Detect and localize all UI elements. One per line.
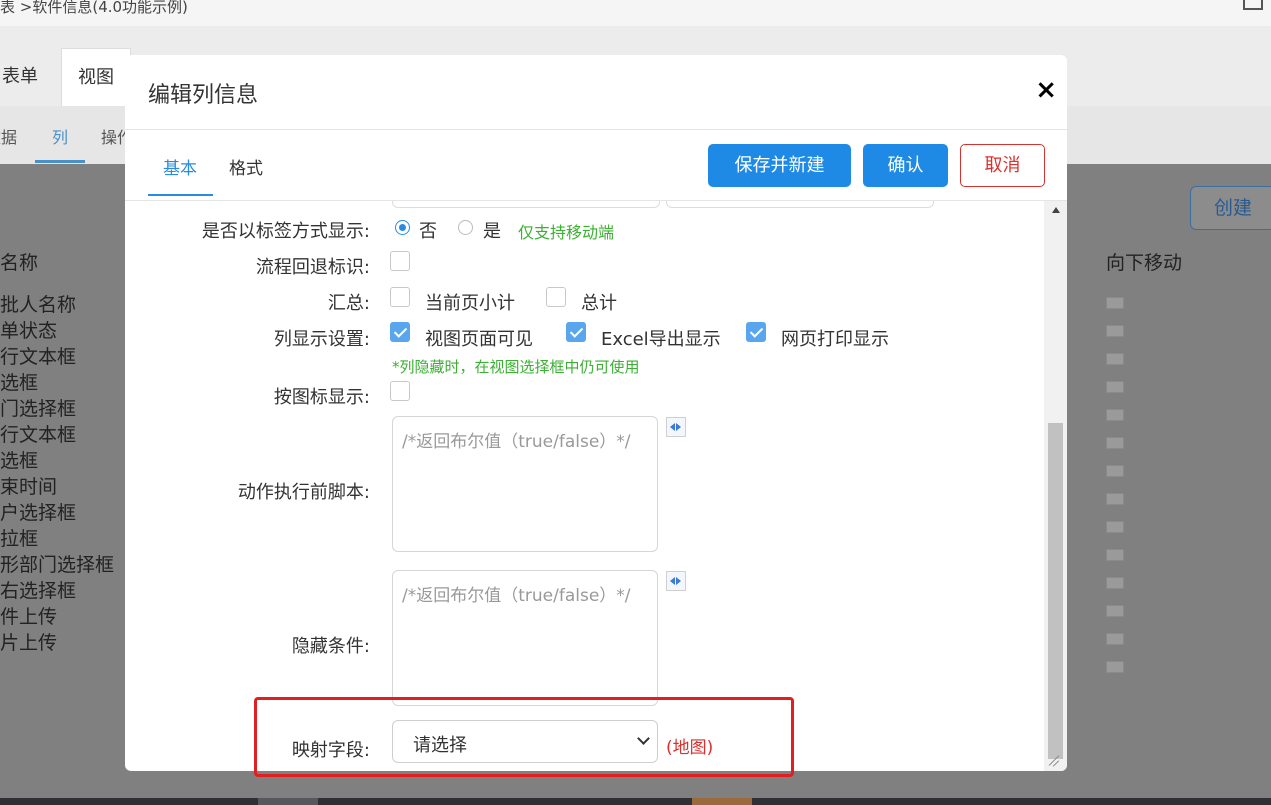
view-visible-checkbox[interactable] [390,322,410,342]
create-button[interactable]: 创建 [1190,186,1271,230]
radio-no[interactable] [395,220,410,235]
dialog-tabs: 基本 格式 保存并新建 确认 取消 [125,130,1067,201]
background-top-bar: 表 >软件信息(4.0功能示例) [0,0,1271,26]
cancel-button[interactable]: 取消 [960,144,1045,187]
move-down-icon[interactable] [1106,577,1124,589]
radio-yes-label: 是 [483,221,501,242]
tab-format[interactable]: 格式 [229,154,263,179]
list-item: 右选择框 [0,580,77,602]
flow-rollback-label: 流程回退标识: [255,257,370,278]
scroll-up-arrow-icon[interactable] [1052,207,1060,213]
move-down-icon-list [1106,297,1124,689]
confirm-button[interactable]: 确认 [863,144,948,187]
list-item: 拉框 [0,528,39,550]
resize-grip-icon[interactable] [1047,753,1061,767]
move-down-icon[interactable] [1106,353,1124,365]
list-item: 片上传 [0,632,58,654]
tag-display-label: 是否以标签方式显示: [201,221,370,242]
move-down-icon[interactable] [1106,493,1124,505]
code-editor-icon[interactable] [666,571,686,591]
list-item: 行文本框 [0,424,77,446]
list-item: 束时间 [0,476,58,498]
list-item: 形部门选择框 [0,554,115,576]
export-icon[interactable] [1243,0,1263,10]
dialog-body: 是否以标签方式显示: 否 是 仅支持移动端 流程回退标识: 汇总: 当前页小计 … [125,201,1067,771]
column-hidden-note: *列隐藏时，在视图选择框中仍可使用 [392,358,640,376]
flow-rollback-checkbox[interactable] [390,251,410,271]
pre-action-script-input[interactable]: /*返回布尔值（true/false）*/ [392,416,658,552]
move-down-icon[interactable] [1106,325,1124,337]
mobile-only-note: 仅支持移动端 [518,223,615,242]
radio-no-label: 否 [419,221,437,242]
subtab-data[interactable]: 数据 [0,124,17,148]
excel-export-label: Excel导出显示 [601,329,721,350]
tab-active-indicator [148,194,213,196]
hide-condition-input[interactable]: /*返回布尔值（true/false）*/ [392,570,658,706]
move-down-icon[interactable] [1106,549,1124,561]
move-down-icon[interactable] [1106,661,1124,673]
column-display-label: 列显示设置: [273,329,370,350]
list-item: 户选择框 [0,502,77,524]
dialog-header: 编辑列信息 × [125,55,1067,130]
subtab-columns[interactable]: 列 [52,124,68,148]
move-down-icon[interactable] [1106,521,1124,533]
move-down-icon[interactable] [1106,605,1124,617]
list-item: 选框 [0,372,39,394]
excel-export-checkbox[interactable] [566,322,586,342]
move-down-icon[interactable] [1106,465,1124,477]
pre-action-script-label: 动作执行前脚本: [237,482,370,503]
edit-column-dialog: 编辑列信息 × 基本 格式 保存并新建 确认 取消 是否以标签方式显示: 否 是… [125,55,1067,771]
web-print-checkbox[interactable] [746,322,766,342]
taskbar-item[interactable] [692,798,752,805]
dialog-title: 编辑列信息 [148,83,259,108]
list-item: 单状态 [0,320,58,342]
close-icon[interactable]: × [1035,75,1057,105]
icon-display-label: 按图标显示: [273,387,370,408]
page-subtotal-label: 当前页小计 [425,293,515,314]
move-down-icon[interactable] [1106,297,1124,309]
input-partial[interactable] [666,201,934,208]
radio-yes[interactable] [458,220,473,235]
input-partial[interactable] [392,201,660,208]
scrollbar-thumb[interactable] [1048,423,1063,759]
breadcrumb: 表 >软件信息(4.0功能示例) [0,0,188,16]
list-item: 门选择框 [0,398,77,420]
column-list: 批人名称 单状态 行文本框 选框 门选择框 行文本框 选框 束时间 户选择框 拉… [0,292,114,656]
save-and-new-button[interactable]: 保存并新建 [708,144,851,187]
web-print-label: 网页打印显示 [781,329,889,350]
tab-basic[interactable]: 基本 [163,154,197,179]
taskbar-item[interactable] [258,798,318,805]
column-header-move-down: 向下移动 [1106,252,1183,274]
hide-condition-label: 隐藏条件: [291,636,370,657]
highlight-annotation [254,697,794,777]
page-subtotal-checkbox[interactable] [390,287,410,307]
list-item: 批人名称 [0,294,77,316]
move-down-icon[interactable] [1106,409,1124,421]
summary-label: 汇总: [327,293,370,314]
list-item: 选框 [0,450,39,472]
total-label: 总计 [581,293,617,314]
code-editor-icon[interactable] [666,417,686,437]
list-item: 件上传 [0,606,58,628]
icon-display-checkbox[interactable] [390,381,410,401]
move-down-icon[interactable] [1106,381,1124,393]
column-header-name: 名称 [0,252,39,274]
list-item: 行文本框 [0,346,77,368]
subtab-active-indicator [35,160,85,163]
move-down-icon[interactable] [1106,633,1124,645]
tab-form[interactable]: 表单 [0,48,54,106]
tab-view[interactable]: 视图 [61,48,131,107]
taskbar [0,798,1271,805]
view-visible-label: 视图页面可见 [425,329,533,350]
total-checkbox[interactable] [546,287,566,307]
move-down-icon[interactable] [1106,437,1124,449]
dialog-scrollbar[interactable] [1044,201,1067,771]
